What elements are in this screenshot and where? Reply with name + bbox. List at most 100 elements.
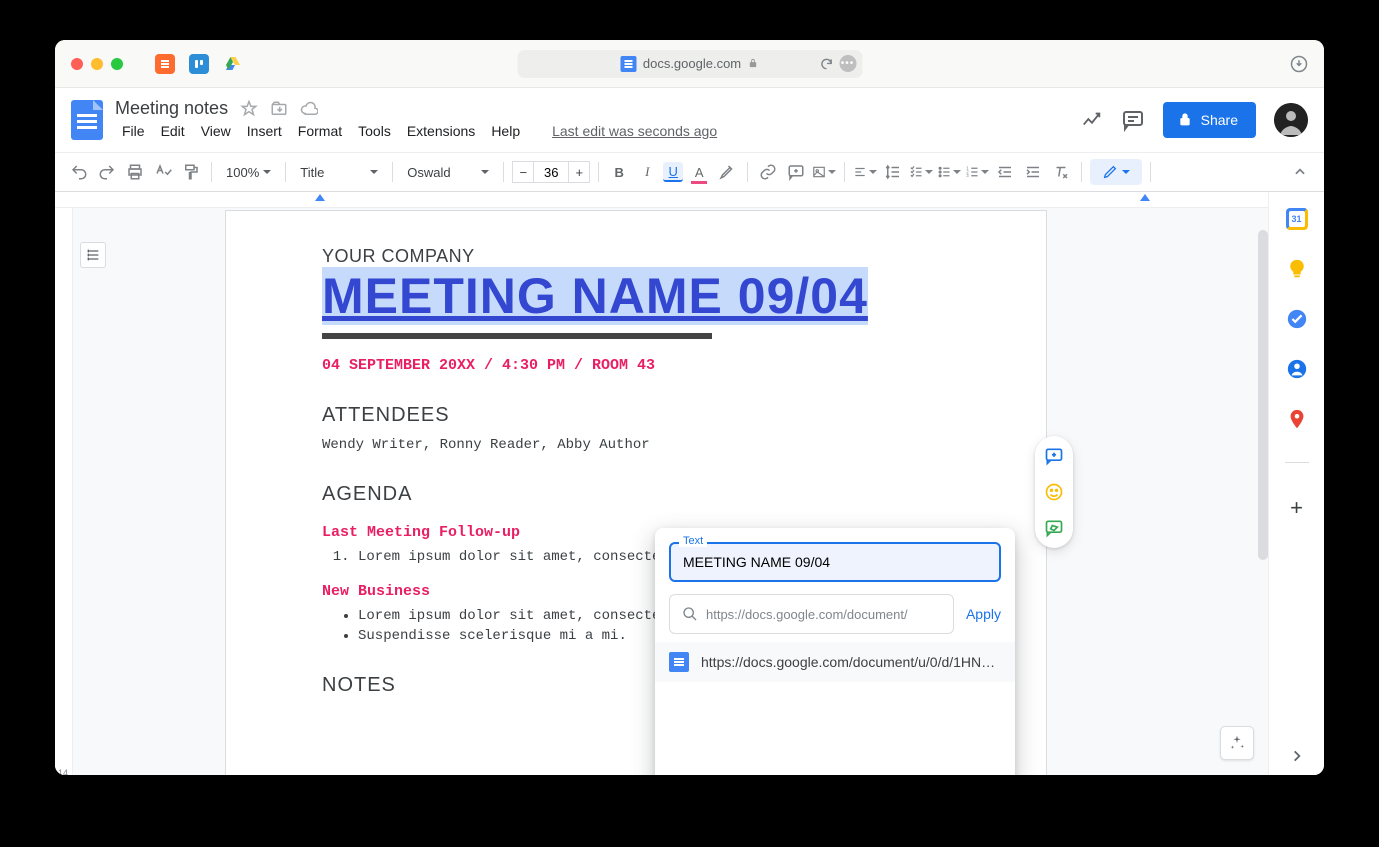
menu-file[interactable]: File [115, 121, 152, 141]
bold-button[interactable]: B [607, 160, 631, 184]
meeting-title[interactable]: MEETING NAME 09/04 [322, 267, 868, 325]
activity-icon[interactable] [1081, 109, 1103, 131]
star-icon[interactable] [240, 100, 258, 118]
maps-app-icon[interactable] [1286, 408, 1308, 430]
document-outline-button[interactable] [80, 242, 106, 268]
decrease-indent-button[interactable] [993, 160, 1017, 184]
font-dropdown[interactable]: Oswald [401, 165, 495, 180]
last-edit-link[interactable]: Last edit was seconds ago [545, 121, 724, 141]
close-window-button[interactable] [71, 58, 83, 70]
menu-insert[interactable]: Insert [240, 121, 289, 141]
keep-app-icon[interactable] [1286, 258, 1308, 280]
numbered-list-button[interactable]: 123 [965, 160, 989, 184]
document-title[interactable]: Meeting notes [115, 98, 228, 119]
menu-view[interactable]: View [194, 121, 238, 141]
undo-button[interactable] [67, 160, 91, 184]
meeting-meta[interactable]: 04 SEPTEMBER 20XX / 4:30 PM / ROOM 43 [322, 357, 950, 374]
docs-logo-icon[interactable] [71, 100, 103, 140]
italic-button[interactable]: I [635, 160, 659, 184]
editing-mode-button[interactable] [1090, 159, 1142, 185]
menu-bar: File Edit View Insert Format Tools Exten… [115, 121, 724, 141]
zoom-dropdown[interactable]: 100% [220, 165, 277, 180]
lock-icon [1177, 112, 1193, 128]
formatting-toolbar: 100% Title Oswald − + B I U A 123 [55, 152, 1324, 192]
reload-icon[interactable] [819, 57, 833, 71]
menu-format[interactable]: Format [291, 121, 349, 141]
text-color-button[interactable]: A [687, 160, 711, 184]
collapse-toolbar-button[interactable] [1288, 160, 1312, 184]
company-heading[interactable]: YOUR COMPANY [322, 246, 950, 267]
menu-extensions[interactable]: Extensions [400, 121, 482, 141]
docs-icon [669, 652, 689, 672]
link-text-input[interactable] [669, 542, 1001, 582]
increase-indent-button[interactable] [1021, 160, 1045, 184]
font-size-increase[interactable]: + [568, 161, 590, 183]
checklist-button[interactable] [909, 160, 933, 184]
browser-extensions [155, 54, 243, 74]
downloads-icon[interactable] [1290, 55, 1308, 73]
attendees-text[interactable]: Wendy Writer, Ronny Reader, Abby Author [322, 437, 950, 453]
divider [322, 333, 712, 339]
insert-link-popup: Text https://docs.google.com/document/ A… [655, 528, 1015, 775]
browser-window: docs.google.com ••• Meeting notes File E… [55, 40, 1324, 775]
avatar[interactable] [1274, 103, 1308, 137]
menu-edit[interactable]: Edit [154, 121, 192, 141]
comments-icon[interactable] [1121, 108, 1145, 132]
traffic-lights[interactable] [71, 58, 123, 70]
search-icon [682, 606, 698, 622]
scrollbar[interactable] [1258, 230, 1268, 560]
redo-button[interactable] [95, 160, 119, 184]
spellcheck-button[interactable] [151, 160, 175, 184]
vertical-ruler[interactable]: 14 [55, 208, 73, 775]
safari-toolbar: docs.google.com ••• [55, 40, 1324, 88]
insert-image-button[interactable] [812, 160, 836, 184]
attendees-heading[interactable]: ATTENDEES [322, 404, 950, 427]
calendar-app-icon[interactable]: 31 [1286, 208, 1308, 230]
align-button[interactable] [853, 160, 877, 184]
explore-button[interactable] [1220, 726, 1254, 760]
move-icon[interactable] [270, 100, 288, 118]
clear-formatting-button[interactable] [1049, 160, 1073, 184]
share-button[interactable]: Share [1163, 102, 1256, 138]
trello-extension-icon[interactable] [189, 54, 209, 74]
comment-reactions-pill [1035, 436, 1073, 548]
add-comment-button[interactable] [784, 160, 808, 184]
emoji-reaction-icon[interactable] [1044, 482, 1064, 502]
link-suggestion[interactable]: https://docs.google.com/document/u/0/d/1… [655, 642, 1015, 682]
menu-tools[interactable]: Tools [351, 121, 398, 141]
add-addon-button[interactable]: + [1290, 495, 1303, 521]
maximize-window-button[interactable] [111, 58, 123, 70]
extension-icon[interactable] [155, 54, 175, 74]
print-button[interactable] [123, 160, 147, 184]
lock-icon [747, 58, 758, 69]
link-text-field: Text [669, 542, 1001, 582]
agenda-heading[interactable]: AGENDA [322, 483, 950, 506]
add-comment-icon[interactable] [1044, 446, 1064, 466]
font-size-input[interactable] [534, 161, 568, 183]
docs-icon [621, 56, 637, 72]
bulleted-list-button[interactable] [937, 160, 961, 184]
underline-button[interactable]: U [663, 162, 683, 182]
line-spacing-button[interactable] [881, 160, 905, 184]
cloud-status-icon[interactable] [300, 100, 318, 118]
minimize-window-button[interactable] [91, 58, 103, 70]
apply-button[interactable]: Apply [966, 606, 1001, 622]
paint-format-button[interactable] [179, 160, 203, 184]
address-bar[interactable]: docs.google.com ••• [517, 50, 862, 78]
style-dropdown[interactable]: Title [294, 165, 384, 180]
contacts-app-icon[interactable] [1286, 358, 1308, 380]
collapse-sidepanel-button[interactable] [1290, 749, 1304, 763]
link-search-field[interactable]: https://docs.google.com/document/ [669, 594, 954, 634]
font-size-decrease[interactable]: − [512, 161, 534, 183]
highlight-button[interactable] [715, 160, 739, 184]
tasks-app-icon[interactable] [1286, 308, 1308, 330]
menu-help[interactable]: Help [484, 121, 527, 141]
insert-link-button[interactable] [756, 160, 780, 184]
svg-text:3: 3 [967, 173, 970, 178]
drive-extension-icon[interactable] [223, 54, 243, 74]
horizontal-ruler[interactable] [55, 192, 1324, 208]
reader-icon[interactable]: ••• [839, 55, 856, 72]
suggest-edit-icon[interactable] [1044, 518, 1064, 538]
docs-header: Meeting notes File Edit View Insert Form… [55, 88, 1324, 152]
font-size-control: − + [512, 161, 590, 183]
